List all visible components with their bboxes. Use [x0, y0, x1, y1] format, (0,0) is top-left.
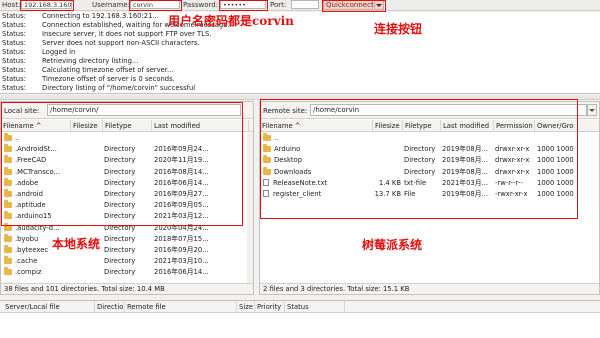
table-row[interactable]: .compiz Directory 2016年06月14... — [1, 267, 253, 278]
password-label: Password: — [183, 1, 219, 9]
folder-icon — [4, 267, 12, 276]
filetype-cell: Directory — [104, 268, 136, 277]
message-log: Status: Connecting to 192.168.3.160:21...… — [0, 12, 600, 94]
credentials-annotation: 用户名密码都是corvin — [168, 14, 294, 28]
filetype-cell: Directory — [104, 234, 136, 243]
queue-header: Server/Local file Directio Remote file S… — [0, 301, 600, 313]
folder-icon — [4, 244, 12, 253]
modified-cell: 2018年07月15... — [154, 234, 209, 243]
folder-icon — [4, 233, 12, 242]
connect-button-annotation: 连接按钮 — [374, 22, 423, 36]
modified-cell: 2016年06月14... — [154, 268, 209, 277]
log-row: Status: Retrieving directory listing... — [2, 57, 139, 65]
log-row: Status: Insecure server, it does not supp… — [2, 30, 212, 38]
log-row: Status: Calculating timezone offset of se… — [2, 66, 174, 74]
col-status[interactable]: Status — [285, 301, 345, 313]
local-system-annotation: 本地系统 — [52, 237, 101, 251]
log-row: Status: Timezone offset of server is 0 se… — [2, 75, 175, 83]
remote-status: 2 files and 3 directories. Total size: 1… — [260, 283, 599, 294]
local-highlight — [1, 102, 243, 226]
remote-path-dropdown[interactable] — [587, 104, 597, 116]
transfer-queue: Server/Local file Directio Remote file S… — [0, 300, 600, 338]
chevron-down-icon — [589, 109, 595, 112]
remote-system-annotation: 树莓派系统 — [362, 238, 423, 252]
filename-text: .compiz — [15, 268, 42, 277]
modified-cell: 2016年09月20... — [154, 245, 209, 254]
filename-cell: .compiz — [1, 267, 71, 278]
log-row: Status: Logged in — [2, 48, 76, 56]
filename-cell: .cache — [1, 256, 71, 267]
remote-highlight — [260, 99, 578, 219]
quickconnect-bar: Host: 192.168.3.160 Username: corvin Pas… — [0, 0, 600, 11]
username-highlight — [129, 0, 182, 11]
folder-icon — [4, 256, 12, 265]
col-direction[interactable]: Directio — [95, 301, 125, 313]
log-row: Status: Connecting to 192.168.3.160:21... — [2, 12, 159, 20]
col-remote-file[interactable]: Remote file — [125, 301, 237, 313]
filename-text: .cache — [15, 257, 38, 266]
col-size[interactable]: Size — [237, 301, 255, 313]
table-row[interactable]: .byobu Directory 2018年07月15... — [1, 233, 253, 245]
filename-text: .byteexec — [15, 245, 49, 254]
filename-text: .byobu — [15, 234, 39, 243]
host-label: Host: — [2, 1, 21, 9]
table-row[interactable]: .byteexec Directory 2016年09月20... — [1, 244, 253, 256]
connect-highlight — [322, 0, 386, 12]
col-priority[interactable]: Priority — [255, 301, 285, 313]
host-highlight — [20, 0, 74, 11]
log-row: Status: Directory listing of "/home/corvi… — [2, 84, 196, 92]
table-row[interactable]: .cache Directory 2021年03月10... — [1, 256, 253, 267]
modified-cell: 2021年03月10... — [154, 257, 209, 266]
port-input[interactable] — [291, 0, 319, 9]
local-status: 38 files and 101 directories. Total size… — [1, 283, 253, 294]
username-label: Username: — [92, 1, 131, 9]
log-row: Status: Server does not support non-ASCII… — [2, 39, 200, 47]
filetype-cell: Directory — [104, 245, 136, 254]
password-highlight — [219, 0, 268, 11]
filetype-cell: Directory — [104, 257, 136, 266]
local-scrollbar[interactable] — [247, 133, 253, 283]
col-server-local-file[interactable]: Server/Local file — [0, 301, 95, 313]
port-label: Port: — [270, 1, 287, 9]
